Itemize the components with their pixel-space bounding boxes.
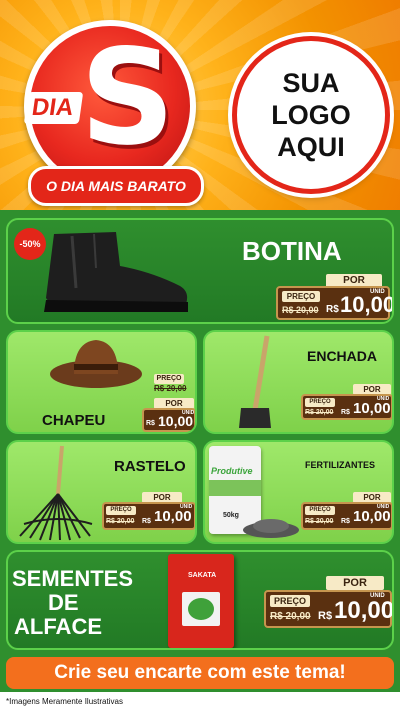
bag-weight: 50kg: [223, 512, 239, 519]
price: 10,00: [340, 292, 394, 317]
preco-label: PREÇO: [106, 506, 136, 515]
por-label: POR: [326, 576, 384, 590]
currency: R$: [146, 420, 155, 427]
badge-letter: S: [80, 21, 176, 175]
product-card-fertilizantes[interactable]: Produtive 50kg FERTILIZANTES POR PREÇO R…: [203, 440, 394, 544]
logo-line-2: LOGO: [271, 100, 351, 130]
unit-label: UNID: [377, 504, 390, 510]
currency: R$: [318, 610, 333, 622]
slogan-ribbon: O DIA MAIS BARATO: [28, 166, 204, 206]
old-price: R$ 20,00: [270, 611, 311, 622]
cta-button[interactable]: Crie seu encarte com este tema!: [6, 657, 394, 689]
old-price: R$ 20,00: [106, 518, 135, 525]
rake-image: [19, 445, 93, 541]
footnote: *Imagens Meramente Ilustrativas: [6, 697, 123, 706]
seed-pack-image: SAKATA: [168, 554, 234, 648]
price: 10,00: [334, 597, 394, 624]
product-name: RASTELO: [114, 458, 186, 475]
product-name-line-3: ALFACE: [14, 614, 102, 639]
price-tag: PREÇO R$ 20,00 R$ 10,00 UNID: [301, 394, 392, 420]
unit-label: UNID: [370, 289, 385, 295]
lettuce-graphic: [188, 598, 214, 620]
price-tag: PREÇO R$ 20,00 R$ 10,00 UNID: [276, 286, 392, 320]
currency: R$: [326, 304, 339, 315]
price-tag: PREÇO R$ 20,00 R$ 10,00 UNID: [301, 502, 392, 530]
bag-stripe: [209, 480, 261, 496]
badge-dia-word: DIA: [23, 92, 84, 124]
product-name-line-1: SEMENTES: [12, 566, 134, 591]
currency: R$: [341, 409, 350, 416]
bag-brand: Produtive: [211, 466, 253, 476]
boot-image: [44, 232, 188, 312]
price: 10,00: [154, 508, 192, 525]
currency: R$: [341, 518, 350, 525]
preco-label: PREÇO: [305, 398, 335, 407]
product-card-rastelo[interactable]: RASTELO POR PREÇO R$ 20,00 R$ 10,00 UNID: [6, 440, 197, 544]
product-card-chapeu[interactable]: CHAPEU PREÇO R$ 20,00 POR R$ 10,00 UNID: [6, 330, 197, 434]
logo-line-1: SUA: [282, 68, 340, 98]
preco-label: PREÇO: [282, 291, 320, 302]
currency: R$: [142, 518, 151, 525]
old-price-top: R$ 20,00: [154, 384, 187, 393]
unit-label: UNID: [180, 504, 193, 510]
product-card-botina[interactable]: -50% BOTINA POR PREÇO R$ 20,00 R$ 10,00 …: [6, 218, 394, 324]
header-banner: S DIA O DIA MAIS BARATO SUA LOGO AQUI: [0, 0, 400, 210]
price-tag: PREÇO R$ 20,00 R$ 10,00 UNID: [102, 502, 195, 530]
hat-image: [50, 340, 142, 388]
product-name: ENCHADA: [307, 348, 377, 364]
logo-line-3: AQUI: [277, 132, 345, 162]
pack-window: [182, 592, 220, 626]
old-price: R$ 20,00: [305, 518, 334, 525]
preco-label-top: PREÇO: [154, 374, 184, 384]
preco-label: PREÇO: [305, 506, 335, 515]
product-card-enchada[interactable]: ENCHADA POR PREÇO R$ 20,00 R$ 10,00 UNID: [203, 330, 394, 434]
old-price: R$ 20,00: [305, 409, 334, 416]
unit-label: UNID: [370, 593, 385, 599]
hoe-image: [239, 335, 271, 428]
product-card-sementes[interactable]: SEMENTES DE ALFACE SAKATA POR PREÇO R$ 2…: [6, 550, 394, 650]
pack-brand: SAKATA: [188, 572, 217, 579]
unit-label: UNID: [182, 410, 195, 416]
price-tag: PREÇO R$ 20,00 R$ 10,00 UNID: [264, 590, 392, 628]
product-name-line-2: DE: [48, 590, 79, 615]
product-name: CHAPEU: [42, 412, 106, 429]
preco-label: PREÇO: [270, 595, 310, 607]
dia-s-badge: S DIA O DIA MAIS BARATO: [18, 20, 204, 206]
product-name: BOTINA: [242, 236, 342, 266]
product-name: FERTILIZANTES: [305, 460, 375, 470]
price-tag: R$ 10,00 UNID: [142, 408, 195, 432]
unit-label: UNID: [377, 396, 390, 402]
old-price: R$ 20,00: [282, 305, 319, 315]
fertilizer-pile-image: [243, 519, 299, 538]
logo-placeholder[interactable]: SUA LOGO AQUI: [232, 36, 390, 194]
price: 10,00: [353, 400, 391, 417]
price: 10,00: [353, 508, 391, 525]
